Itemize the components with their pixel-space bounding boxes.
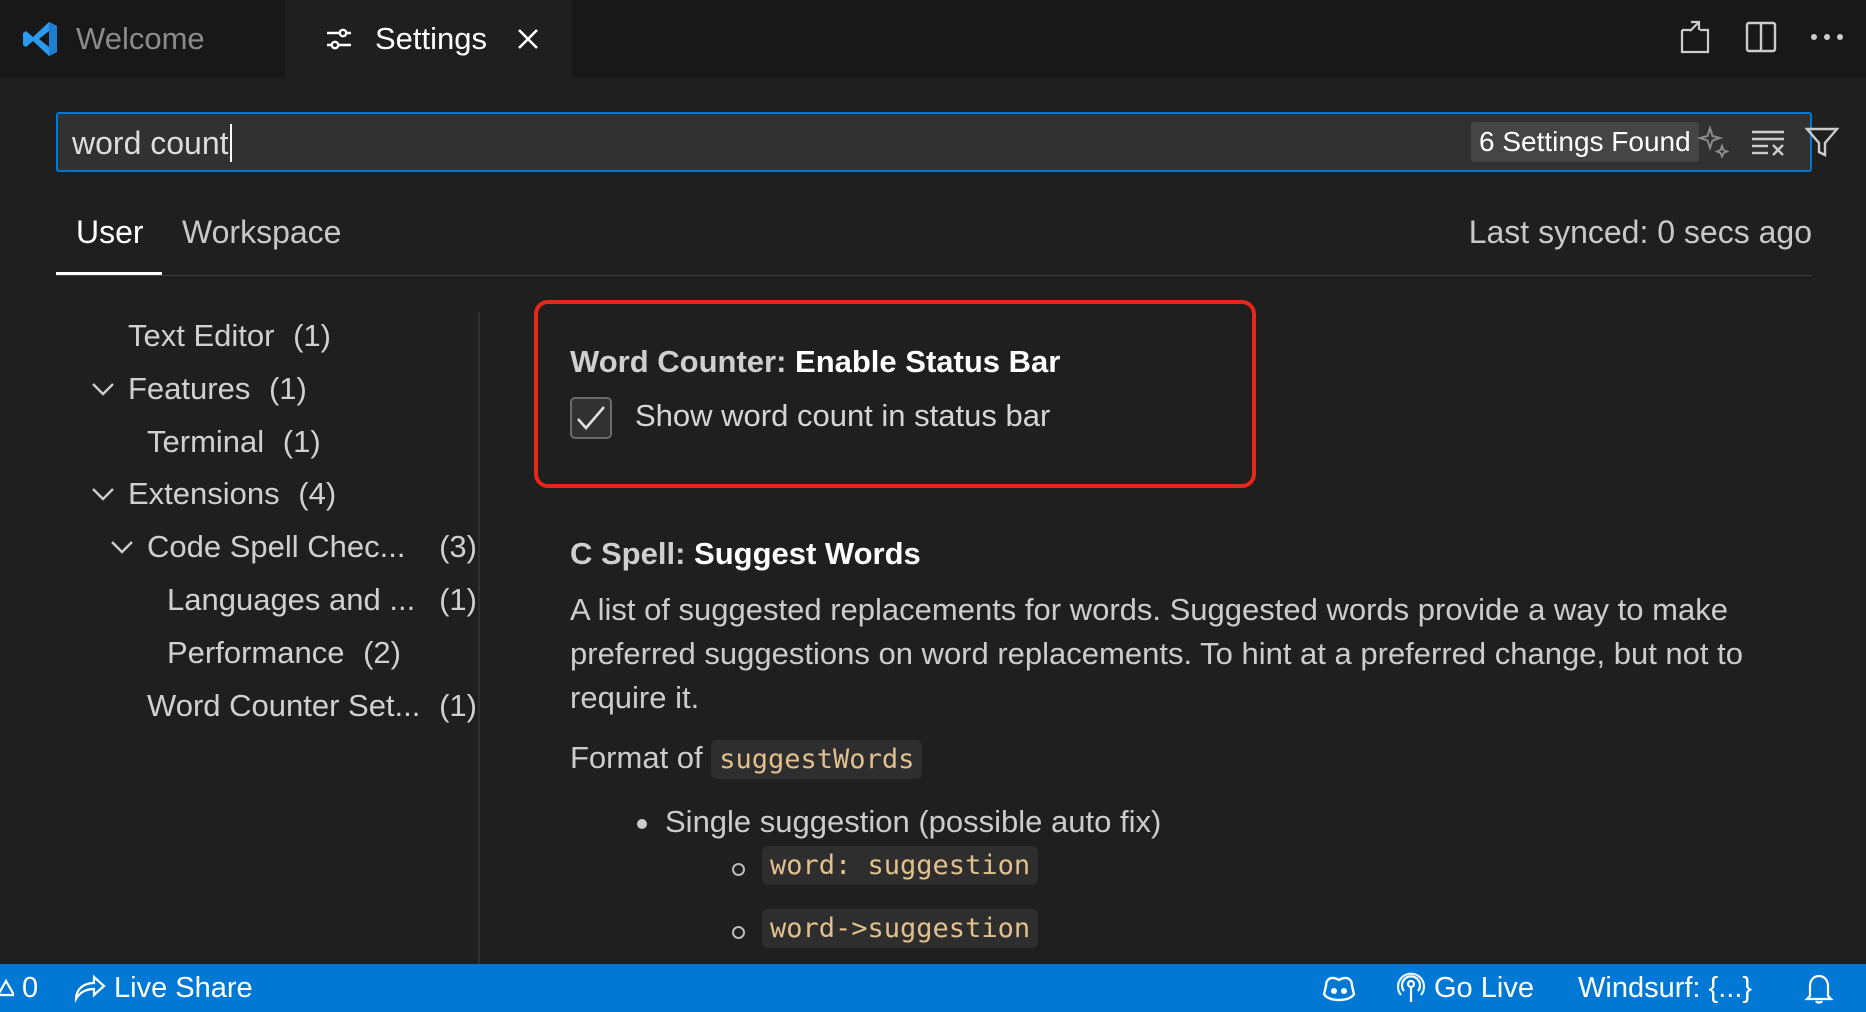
toc-item-performance[interactable]: Performance (2) bbox=[167, 633, 477, 673]
toc-count: (2) bbox=[363, 635, 401, 670]
toc-item-terminal[interactable]: Terminal (1) bbox=[147, 422, 477, 462]
bell-icon[interactable] bbox=[1804, 964, 1834, 1012]
vscode-logo-icon bbox=[20, 19, 60, 59]
setting-category: Word Counter: bbox=[570, 344, 796, 379]
clear-filter-icon[interactable] bbox=[1748, 122, 1788, 162]
problems-count: 0 bbox=[22, 971, 39, 1004]
editor-actions bbox=[1672, 14, 1850, 60]
checkmark-icon bbox=[577, 406, 605, 430]
toc-item-text-editor[interactable]: Text Editor (1) bbox=[128, 316, 476, 356]
go-live-button[interactable]: Go Live bbox=[1396, 964, 1534, 1012]
open-settings-json-icon[interactable] bbox=[1672, 14, 1718, 60]
toc-label: Word Counter Set... bbox=[147, 688, 421, 723]
toc-item-features[interactable]: Features (1) bbox=[92, 369, 476, 409]
toc-label: Performance bbox=[167, 635, 345, 670]
tab-welcome-label: Welcome bbox=[76, 21, 205, 56]
copilot-icon[interactable] bbox=[1320, 964, 1358, 1012]
scope-divider bbox=[56, 275, 1812, 276]
toc-count: (1) bbox=[439, 688, 477, 723]
bullet-icon bbox=[732, 926, 745, 940]
list-item-text: Single suggestion (possible auto fix) bbox=[665, 804, 1162, 839]
chevron-down-icon[interactable] bbox=[88, 369, 118, 409]
checkbox-label: Show word count in status bar bbox=[635, 398, 1051, 433]
setting-category: C Spell: bbox=[570, 536, 695, 571]
toc-divider bbox=[478, 312, 480, 964]
bullet-icon bbox=[637, 818, 647, 829]
editor-tab-bar: Welcome Settings bbox=[0, 0, 1866, 78]
live-share-button[interactable]: Live Share bbox=[72, 964, 253, 1012]
tab-settings-label: Settings bbox=[375, 21, 488, 56]
bullet-icon bbox=[732, 863, 745, 877]
status-bar: 0 Live Share Go Live Windsurf: {...} bbox=[0, 964, 1866, 1012]
list-item-code: word->suggestion bbox=[762, 909, 1039, 948]
toc-label: Text Editor bbox=[128, 318, 275, 353]
toc-item-code-spell-checker[interactable]: Code Spell Chec... (3) bbox=[111, 527, 477, 567]
toc-label: Code Spell Chec... bbox=[147, 529, 406, 564]
toc-item-extensions[interactable]: Extensions (4) bbox=[92, 474, 476, 514]
enable-status-bar-checkbox[interactable] bbox=[570, 397, 612, 439]
tab-user[interactable]: User bbox=[76, 214, 144, 251]
tab-settings[interactable]: Settings bbox=[285, 0, 572, 78]
format-prefix: Format of bbox=[570, 740, 712, 775]
setting-title-suggest-words: C Spell: Suggest Words bbox=[570, 536, 921, 572]
warning-icon bbox=[0, 977, 14, 999]
toc-count: (1) bbox=[268, 371, 307, 406]
toc-count: (1) bbox=[293, 318, 331, 353]
windsurf-status[interactable]: Windsurf: {...} bbox=[1578, 964, 1752, 1012]
toc-item-word-counter[interactable]: Word Counter Set... (1) bbox=[147, 686, 477, 726]
settings-search-input[interactable]: word count 6 Settings Found bbox=[56, 112, 1839, 172]
go-live-label: Go Live bbox=[1434, 971, 1534, 1004]
list-item: word: suggestion bbox=[732, 846, 1039, 885]
settings-found-badge: 6 Settings Found bbox=[1471, 122, 1699, 162]
live-share-icon bbox=[72, 973, 106, 1003]
setting-name: Enable Status Bar bbox=[795, 344, 1061, 379]
list-item-code: word: suggestion bbox=[762, 846, 1039, 885]
problems-indicator[interactable]: 0 bbox=[0, 964, 38, 1012]
toc-label: Languages and ... bbox=[167, 582, 416, 617]
split-editor-icon[interactable] bbox=[1738, 14, 1784, 60]
toc-label: Terminal bbox=[147, 424, 265, 459]
chevron-down-icon[interactable] bbox=[107, 527, 137, 567]
toc-count: (4) bbox=[298, 476, 337, 511]
toc-count: (1) bbox=[439, 582, 477, 617]
format-code: suggestWords bbox=[711, 740, 923, 779]
setting-name: Suggest Words bbox=[694, 536, 921, 571]
toc-item-languages[interactable]: Languages and ... (1) bbox=[167, 580, 477, 620]
settings-sliders-icon bbox=[319, 19, 359, 59]
chevron-down-icon[interactable] bbox=[88, 474, 118, 514]
toc-label: Features bbox=[128, 371, 251, 406]
list-item: Single suggestion (possible auto fix) bbox=[637, 804, 1161, 840]
setting-title-enable-status-bar: Word Counter: Enable Status Bar bbox=[570, 344, 1060, 380]
toc-count: (1) bbox=[282, 424, 321, 459]
list-item: word->suggestion bbox=[732, 909, 1039, 948]
more-actions-icon[interactable] bbox=[1804, 14, 1850, 60]
tab-welcome[interactable]: Welcome bbox=[0, 0, 285, 78]
ai-sparkle-icon[interactable] bbox=[1694, 122, 1734, 162]
tab-workspace[interactable]: Workspace bbox=[182, 214, 341, 251]
last-synced-status: Last synced: 0 secs ago bbox=[1468, 214, 1812, 250]
search-query: word count bbox=[72, 124, 232, 162]
toc-label: Extensions bbox=[128, 476, 280, 511]
highlight-annotation-box bbox=[534, 300, 1256, 488]
broadcast-icon bbox=[1396, 972, 1426, 1004]
filter-icon[interactable] bbox=[1802, 122, 1842, 162]
format-line: Format of suggestWords bbox=[570, 740, 923, 779]
live-share-label: Live Share bbox=[114, 971, 253, 1004]
setting-description: A list of suggested replacements for wor… bbox=[570, 592, 1743, 715]
toc-count: (3) bbox=[439, 529, 477, 564]
close-icon[interactable] bbox=[508, 19, 548, 59]
